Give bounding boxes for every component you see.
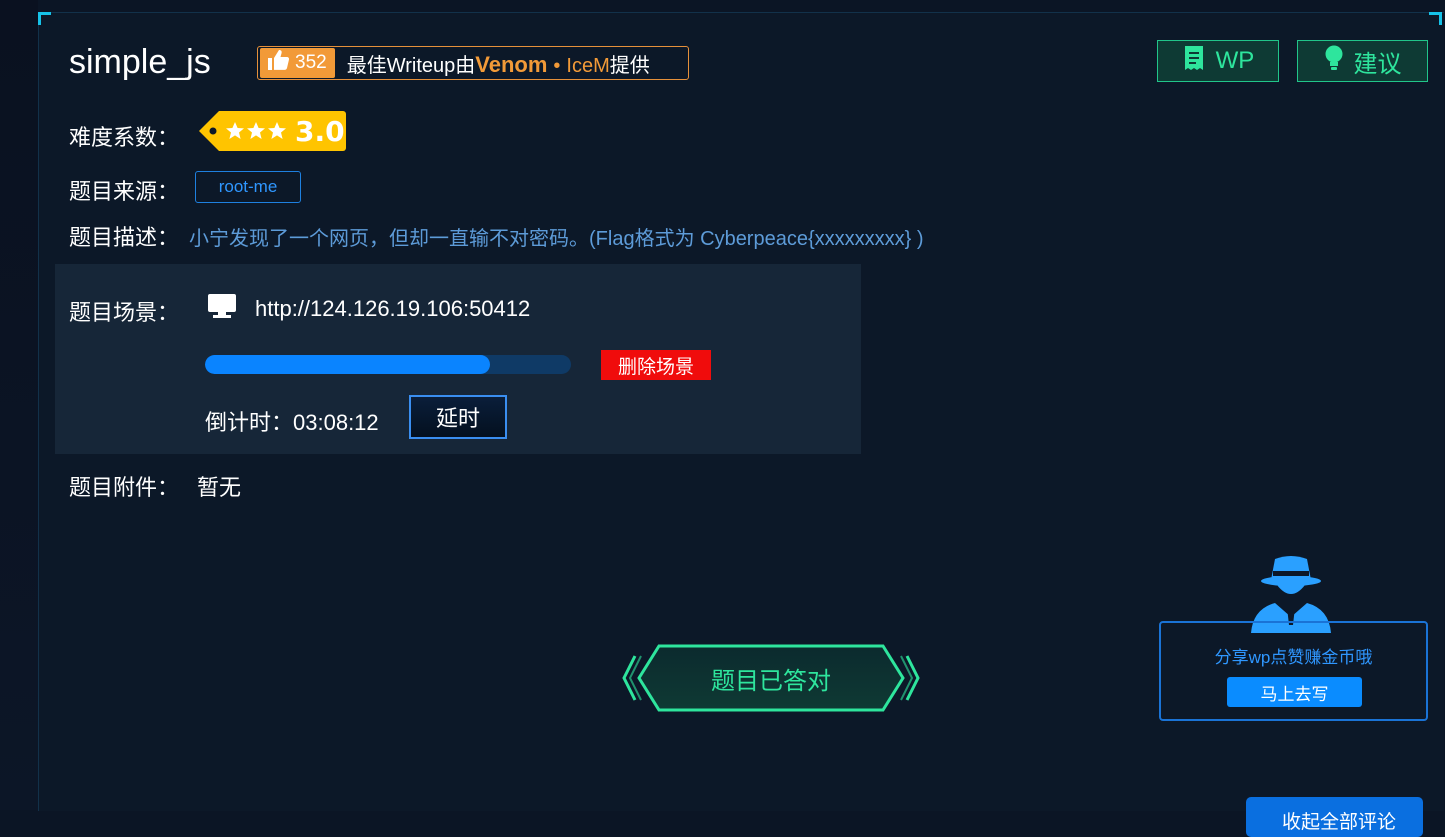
attachment-value: 暂无 — [197, 475, 242, 500]
like-badge[interactable]: 352 — [260, 48, 335, 78]
extend-time-button[interactable]: 延时 — [409, 395, 507, 439]
best-writeup-banner[interactable]: 352 最佳Writeup由Venom • IceM提供 — [257, 46, 689, 80]
writeup-separator: • — [553, 54, 561, 77]
write-now-button[interactable]: 马上去写 — [1227, 677, 1362, 707]
writeup-author-venom[interactable]: Venom — [475, 52, 547, 77]
collapse-comments-button[interactable]: 收起全部评论 — [1246, 797, 1423, 837]
monitor-icon — [207, 293, 237, 324]
wp-button[interactable]: WP — [1157, 40, 1279, 82]
answered-text: 题目已答对 — [711, 667, 831, 695]
suggest-button[interactable]: 建议 — [1297, 40, 1428, 82]
challenge-panel: simple_js 352 最佳Writeup由Venom • IceM提供 WP … — [38, 12, 1444, 837]
challenge-title: simple_js — [69, 43, 211, 81]
wp-button-label: WP — [1215, 47, 1255, 74]
answered-status: 题目已答对 — [621, 643, 921, 713]
panel-corner-top-left — [38, 12, 51, 25]
share-writeup-card: 分享wp点赞赚金币哦 马上去写 — [1159, 621, 1428, 721]
description-text: 小宁发现了一个网页，但却一直输不对密码。(Flag格式为 Cyberpeace{… — [189, 228, 924, 250]
left-sidebar-strip — [0, 0, 38, 810]
difficulty-score: 3.0 — [295, 115, 345, 148]
countdown-value: 03:08:12 — [293, 410, 379, 435]
countdown: 倒计时：03:08:12 — [205, 405, 379, 437]
writeup-prefix: 最佳Writeup由 — [346, 54, 476, 77]
like-count: 352 — [295, 52, 327, 73]
difficulty-label: 难度系数： — [69, 125, 180, 150]
thumbs-up-icon — [266, 49, 290, 77]
lightbulb-icon — [1324, 45, 1344, 78]
scene-label: 题目场景： — [69, 300, 180, 325]
attachment-label: 题目附件： — [69, 475, 180, 500]
writeup-suffix: 提供 — [609, 54, 650, 77]
suggest-button-label: 建议 — [1353, 50, 1402, 78]
scene-progress-bar — [205, 355, 571, 374]
document-icon — [1182, 45, 1206, 78]
description-label: 题目描述： — [69, 225, 180, 250]
scene-progress-fill — [205, 355, 491, 374]
source-badge[interactable]: root-me — [195, 171, 301, 203]
delete-scene-button[interactable]: 删除场景 — [601, 350, 711, 380]
panel-corner-top-right — [1429, 12, 1442, 25]
scene-url[interactable]: http://124.126.19.106:50412 — [255, 296, 530, 322]
countdown-label: 倒计时： — [205, 410, 294, 435]
writeup-credit: 最佳Writeup由Venom • IceM提供 — [347, 49, 650, 78]
share-text: 分享wp点赞赚金币哦 — [1214, 648, 1373, 667]
source-label: 题目来源： — [69, 179, 180, 204]
writeup-author-icem[interactable]: IceM — [566, 55, 609, 77]
difficulty-tag: 3.0 — [199, 111, 346, 151]
